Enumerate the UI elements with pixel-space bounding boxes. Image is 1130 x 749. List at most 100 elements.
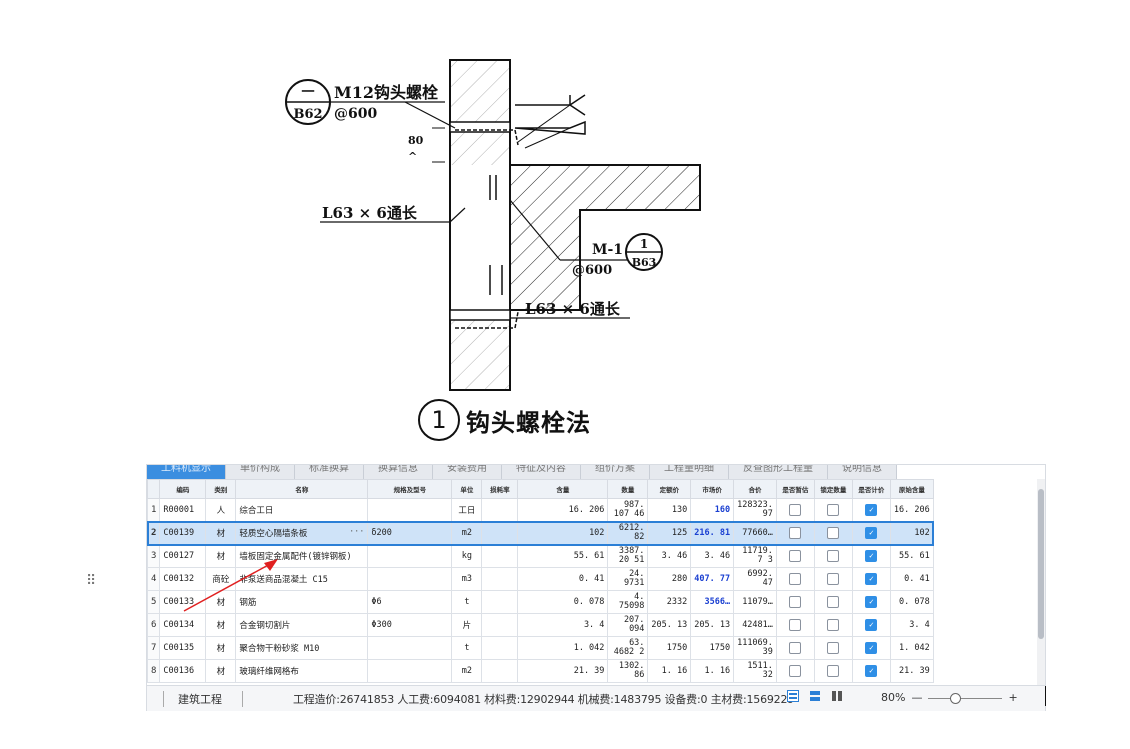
checkbox-lock[interactable]	[827, 619, 840, 631]
col-estimate[interactable]: 是否暂估	[775, 479, 815, 499]
table-row[interactable]: 2 C00139 材 ··· 轻质空心隔墙条板 δ200 m2 102 6212. 82 125 2…	[147, 520, 935, 546]
tab-labor-material[interactable]: 工料机显示	[147, 465, 226, 479]
row-quota-price[interactable]: 205. 13	[647, 613, 692, 637]
row-quota-price[interactable]: 1750	[647, 636, 692, 660]
checkbox-estimate-cell[interactable]	[775, 590, 815, 614]
checkbox-estimate-cell[interactable]	[775, 636, 815, 660]
tab-quantity-detail[interactable]: 工程量明细	[650, 465, 729, 479]
more-options-icon[interactable]: ···	[349, 527, 364, 537]
row-qty[interactable]: 1302. 86	[607, 659, 649, 683]
row-unit[interactable]: m2	[451, 521, 483, 545]
checkbox-estimate[interactable]	[789, 619, 802, 631]
checkbox-lock-cell[interactable]	[813, 567, 853, 591]
tab-pricing-plan[interactable]: 组价方案	[581, 465, 650, 479]
checkbox-estimate[interactable]	[789, 527, 802, 539]
checkbox-lock-cell[interactable]	[813, 498, 853, 522]
row-total[interactable]: 6992. 47	[733, 567, 777, 591]
zoom-out-button[interactable]: —	[911, 691, 922, 704]
checkbox-lock[interactable]	[827, 527, 840, 539]
checkbox-priced[interactable]: ✓	[865, 665, 878, 677]
checkbox-lock[interactable]	[827, 504, 840, 516]
checkbox-estimate-cell[interactable]	[775, 544, 815, 568]
row-name[interactable]: 合金钢切割片	[235, 613, 369, 637]
row-market-price[interactable]: 3566…	[690, 590, 735, 614]
row-spec[interactable]	[367, 636, 453, 660]
row-unit[interactable]: m3	[451, 567, 483, 591]
tab-features[interactable]: 特征及内容	[502, 465, 581, 479]
row-orig-content[interactable]: 3. 4	[889, 613, 934, 637]
checkbox-lock[interactable]	[827, 665, 840, 677]
row-quota-price[interactable]: 2332	[647, 590, 692, 614]
row-qty[interactable]: 207. 094	[607, 613, 649, 637]
col-spec[interactable]: 规格及型号	[367, 479, 453, 499]
row-content[interactable]: 0. 078	[517, 590, 609, 614]
checkbox-priced[interactable]: ✓	[865, 550, 878, 562]
row-qty[interactable]: 6212. 82	[607, 521, 649, 545]
checkbox-priced-cell[interactable]: ✓	[851, 521, 891, 545]
row-total[interactable]: 42481…	[733, 613, 777, 637]
row-type[interactable]: 材	[205, 659, 237, 683]
checkbox-estimate[interactable]	[789, 573, 802, 585]
row-code[interactable]: C00134	[159, 613, 207, 637]
tab-unit-price[interactable]: 单价构成	[226, 465, 295, 479]
row-quota-price[interactable]: 130	[647, 498, 692, 522]
row-orig-content[interactable]: 102	[889, 521, 934, 545]
col-priced[interactable]: 是否计价	[851, 479, 891, 499]
col-type[interactable]: 类别	[205, 479, 237, 499]
row-loss[interactable]	[481, 544, 519, 568]
tab-notes[interactable]: 说明信息	[828, 465, 897, 479]
tab-reverse-lookup[interactable]: 反查图形工程量	[729, 465, 828, 479]
row-name[interactable]: 聚合物干粉砂浆 M10	[235, 636, 369, 660]
row-type[interactable]: 材	[205, 613, 237, 637]
row-qty[interactable]: 63. 4682 2	[607, 636, 649, 660]
row-content[interactable]: 0. 41	[517, 567, 609, 591]
row-spec[interactable]	[367, 567, 453, 591]
row-loss[interactable]	[481, 521, 519, 545]
drag-handle-icon[interactable]: ⠿	[86, 574, 100, 602]
checkbox-lock[interactable]	[827, 642, 840, 654]
checkbox-estimate[interactable]	[789, 550, 802, 562]
row-qty[interactable]: 3387. 20 51	[607, 544, 649, 568]
checkbox-estimate-cell[interactable]	[775, 659, 815, 683]
checkbox-priced-cell[interactable]: ✓	[851, 613, 891, 637]
row-loss[interactable]	[481, 613, 519, 637]
row-spec[interactable]: Φ6	[367, 590, 453, 614]
row-content[interactable]: 21. 39	[517, 659, 609, 683]
row-total[interactable]: 11719. 7 3	[733, 544, 777, 568]
row-name[interactable]: 综合工日	[235, 498, 369, 522]
tab-convert-info[interactable]: 换算信息	[364, 465, 433, 479]
row-loss[interactable]	[481, 636, 519, 660]
layout-columns-icon[interactable]	[831, 690, 843, 702]
tab-install-cost[interactable]: 安装费用	[433, 465, 502, 479]
row-content[interactable]: 1. 042	[517, 636, 609, 660]
row-code[interactable]: C00136	[159, 659, 207, 683]
row-total[interactable]: 77660…	[733, 521, 777, 545]
checkbox-priced[interactable]: ✓	[865, 596, 878, 608]
row-unit[interactable]: m2	[451, 659, 483, 683]
row-loss[interactable]	[481, 567, 519, 591]
checkbox-priced[interactable]: ✓	[865, 642, 878, 654]
row-market-price[interactable]: 407. 77	[690, 567, 735, 591]
row-qty[interactable]: 4. 75098	[607, 590, 649, 614]
row-content[interactable]: 55. 61	[517, 544, 609, 568]
row-content[interactable]: 102	[517, 521, 609, 545]
checkbox-priced[interactable]: ✓	[865, 619, 878, 631]
col-quota-price[interactable]: 定额价	[647, 479, 692, 499]
row-spec[interactable]	[367, 659, 453, 683]
row-total[interactable]: 128323. 97	[733, 498, 777, 522]
row-spec[interactable]: Φ300	[367, 613, 453, 637]
row-market-price[interactable]: 160	[690, 498, 735, 522]
row-total[interactable]: 111069. 39	[733, 636, 777, 660]
row-unit[interactable]: 工日	[451, 498, 483, 522]
checkbox-lock-cell[interactable]	[813, 659, 853, 683]
row-type[interactable]: 材	[205, 521, 237, 545]
row-name[interactable]: 玻璃纤维网格布	[235, 659, 369, 683]
table-row[interactable]: 7 C00135 材 聚合物干粉砂浆 M10 t 1. 042 63. 4682 2 1750…	[147, 636, 934, 660]
checkbox-estimate[interactable]	[789, 596, 802, 608]
checkbox-estimate-cell[interactable]	[775, 521, 815, 545]
checkbox-lock-cell[interactable]	[813, 613, 853, 637]
checkbox-lock[interactable]	[827, 573, 840, 585]
row-name[interactable]: ··· 轻质空心隔墙条板	[235, 521, 369, 545]
col-unit[interactable]: 单位	[451, 479, 483, 499]
checkbox-priced-cell[interactable]: ✓	[851, 498, 891, 522]
